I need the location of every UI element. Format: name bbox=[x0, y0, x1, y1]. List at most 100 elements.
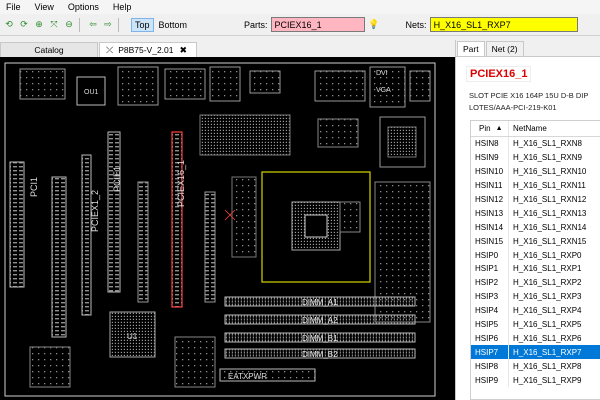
pin-cell: HSIP2 bbox=[471, 275, 509, 290]
pin-cell: HSIP6 bbox=[471, 331, 509, 346]
ou1-label: OU1 bbox=[84, 89, 99, 96]
netname-cell: H_X16_SL1_RXN9 bbox=[513, 153, 582, 163]
netname-cell: H_X16_SL1_RXN11 bbox=[513, 181, 586, 191]
netname-cell: H_X16_SL1_RXP5 bbox=[513, 320, 582, 330]
dimm-b1-label: DIMM_B1 bbox=[302, 334, 338, 343]
netname-cell: H_X16_SL1_RXP4 bbox=[513, 306, 582, 316]
nets-field[interactable]: H_X16_SL1_RXP7 bbox=[429, 17, 578, 32]
menu-bar: File View Options Help bbox=[0, 0, 600, 14]
table-row[interactable]: HSIP8 H_X16_SL1_RXP8 bbox=[471, 359, 600, 374]
lightbulb-icon[interactable]: 💡 bbox=[368, 19, 380, 31]
pin-cell: HSIN9 bbox=[471, 150, 509, 165]
details-tabs: Part Net (2) bbox=[456, 40, 600, 57]
table-row[interactable]: HSIN11 H_X16_SL1_RXN11 bbox=[471, 178, 600, 193]
table-row[interactable]: HSIN15 H_X16_SL1_RXN15 bbox=[471, 234, 600, 249]
netname-cell: H_X16_SL1_RXN12 bbox=[513, 195, 587, 204]
table-row[interactable]: HSIP6 H_X16_SL1_RXP6 bbox=[471, 331, 600, 346]
menu-view[interactable]: View bbox=[35, 2, 54, 12]
dimm-b2-label: DIMM_B2 bbox=[302, 350, 338, 359]
dimm-a1-label: DIMM_A1 bbox=[302, 298, 338, 307]
toolbar-separator bbox=[118, 17, 119, 32]
pin-cell: HSIP5 bbox=[471, 317, 509, 332]
board-canvas[interactable]: OU1 DVI VGA PCI1 PCIEX1_2 PCIE1 PCIEX16_… bbox=[0, 57, 455, 400]
tab-catalog-label: Catalog bbox=[34, 45, 64, 55]
tab-board-label: P8B75-V_2.01 bbox=[118, 45, 174, 55]
table-row[interactable]: HSIP7 H_X16_SL1_RXP7 bbox=[471, 345, 600, 360]
pin-cell: HSIN10 bbox=[471, 164, 509, 179]
pin-table: Pin ▲ NetName HSIN8 H_X16_SL1_RXN8 HSIN9 H_… bbox=[470, 120, 600, 400]
pcie1-label: PCIE1 bbox=[112, 166, 122, 192]
tab-net[interactable]: Net (2) bbox=[485, 41, 524, 56]
tab-board[interactable]: ⤫ P8B75-V_2.01 ✖ bbox=[99, 42, 197, 57]
tab-part[interactable]: Part bbox=[457, 41, 485, 56]
part-description-line2: LOTES/AAA-PCI-219-K01 bbox=[469, 103, 557, 112]
table-row[interactable]: HSIP3 H_X16_SL1_RXP3 bbox=[471, 289, 600, 304]
table-row[interactable]: HSIN10 H_X16_SL1_RXN10 bbox=[471, 164, 600, 179]
netname-column-header[interactable]: NetName bbox=[509, 121, 600, 136]
parts-field[interactable]: PCIEX16_1 bbox=[270, 17, 365, 32]
zoom-out-icon[interactable]: ⊖ bbox=[63, 19, 75, 31]
table-row[interactable]: HSIP0 H_X16_SL1_RXP0 bbox=[471, 248, 600, 263]
netname-cell: H_X16_SL1_RXN15 bbox=[513, 236, 587, 246]
pin-cell: HSIP8 bbox=[471, 359, 509, 374]
board-view[interactable]: OU1 DVI VGA PCI1 PCIEX1_2 PCIE1 PCIEX16_… bbox=[0, 57, 455, 400]
table-row[interactable]: HSIP1 H_X16_SL1_RXP1 bbox=[471, 262, 600, 276]
netname-cell: H_X16_SL1_RXN8 bbox=[513, 139, 582, 149]
vga-label: VGA bbox=[376, 87, 391, 94]
pci1-slot bbox=[51, 176, 67, 338]
u1-label: U1 bbox=[127, 332, 138, 341]
pin-table-header: Pin ▲ NetName bbox=[471, 121, 600, 137]
netname-cell: H_X16_SL1_RXP2 bbox=[513, 278, 582, 288]
menu-file[interactable]: File bbox=[6, 2, 21, 12]
toolbar: ⟲ ⟳ ⊕ ⤧ ⊖ ⇦ ⇨ Top Bottom Parts: PCIEX16_… bbox=[0, 14, 600, 36]
table-row[interactable]: HSIN12 H_X16_SL1_RXN12 bbox=[471, 192, 600, 207]
board-icon: ⤫ bbox=[106, 44, 114, 55]
part-description: SLOT PCIE X16 164P 15U D-B DIP LOTES/AAA… bbox=[469, 90, 600, 114]
part-description-line1: SLOT PCIE X16 164P 15U D-B DIP bbox=[469, 91, 589, 100]
document-tabs: Catalog ⤫ P8B75-V_2.01 ✖ bbox=[0, 40, 455, 57]
pin-column-label: Pin bbox=[479, 124, 491, 133]
netname-column-label: NetName bbox=[513, 124, 547, 133]
toolbar-separator bbox=[79, 17, 80, 32]
rotate-left-icon[interactable]: ⟲ bbox=[3, 19, 15, 31]
pin-cell: HSIP4 bbox=[471, 303, 509, 318]
table-row[interactable]: HSIN9 H_X16_SL1_RXN9 bbox=[471, 150, 600, 165]
menu-options[interactable]: Options bbox=[68, 2, 99, 12]
pin-cell: HSIN12 bbox=[471, 192, 509, 207]
table-row[interactable]: HSIP2 H_X16_SL1_RXP2 bbox=[471, 275, 600, 290]
pciex16-1-slot[interactable] bbox=[171, 131, 183, 308]
tab-catalog[interactable]: Catalog bbox=[0, 42, 98, 57]
forward-icon[interactable]: ⇨ bbox=[102, 19, 114, 31]
side-bottom-button[interactable]: Bottom bbox=[156, 18, 191, 32]
table-row[interactable]: HSIP4 H_X16_SL1_RXP4 bbox=[471, 303, 600, 318]
rotate-right-icon[interactable]: ⟳ bbox=[18, 19, 30, 31]
table-row[interactable]: HSIN13 H_X16_SL1_RXN13 bbox=[471, 206, 600, 221]
pin-table-body: HSIN8 H_X16_SL1_RXN8 HSIN9 H_X16_SL1_RXN9 HS… bbox=[471, 137, 600, 388]
back-icon[interactable]: ⇦ bbox=[87, 19, 99, 31]
table-row[interactable]: HSIN14 H_X16_SL1_RXN14 bbox=[471, 220, 600, 235]
part-name: PCIEX16_1 bbox=[466, 66, 532, 82]
pin-cell: HSIN15 bbox=[471, 234, 509, 249]
netname-cell: H_X16_SL1_RXP9 bbox=[513, 375, 582, 385]
netname-cell: H_X16_SL1_RXP8 bbox=[513, 361, 582, 371]
netname-cell: H_X16_SL1_RXN14 bbox=[513, 222, 587, 232]
pin-cell: HSIN14 bbox=[471, 220, 509, 235]
pcie-slot-b bbox=[137, 181, 149, 303]
close-icon[interactable]: ✖ bbox=[180, 45, 188, 56]
pci1-label: PCI1 bbox=[29, 177, 39, 197]
dimm-a2-label: DIMM_A2 bbox=[302, 316, 338, 325]
zoom-fit-icon[interactable]: ⤧ bbox=[48, 19, 60, 31]
details-panel: Part Net (2) PCIEX16_1 SLOT PCIE X16 164… bbox=[455, 40, 600, 400]
side-top-button[interactable]: Top bbox=[131, 17, 154, 32]
netname-cell: H_X16_SL1_RXP1 bbox=[513, 264, 582, 274]
zoom-in-icon[interactable]: ⊕ bbox=[33, 19, 45, 31]
pciex1-2-label: PCIEX1_2 bbox=[90, 190, 100, 232]
menu-help[interactable]: Help bbox=[113, 2, 132, 12]
table-row[interactable]: HSIP5 H_X16_SL1_RXP5 bbox=[471, 317, 600, 332]
pin-cell: HSIP1 bbox=[471, 262, 509, 276]
table-row[interactable]: HSIP9 H_X16_SL1_RXP9 bbox=[471, 373, 600, 388]
pin-cell: HSIN11 bbox=[471, 178, 509, 193]
pin-column-header[interactable]: Pin ▲ bbox=[471, 121, 509, 136]
pin-cell: HSIN8 bbox=[471, 137, 509, 151]
table-row[interactable]: HSIN8 H_X16_SL1_RXN8 bbox=[471, 137, 600, 151]
